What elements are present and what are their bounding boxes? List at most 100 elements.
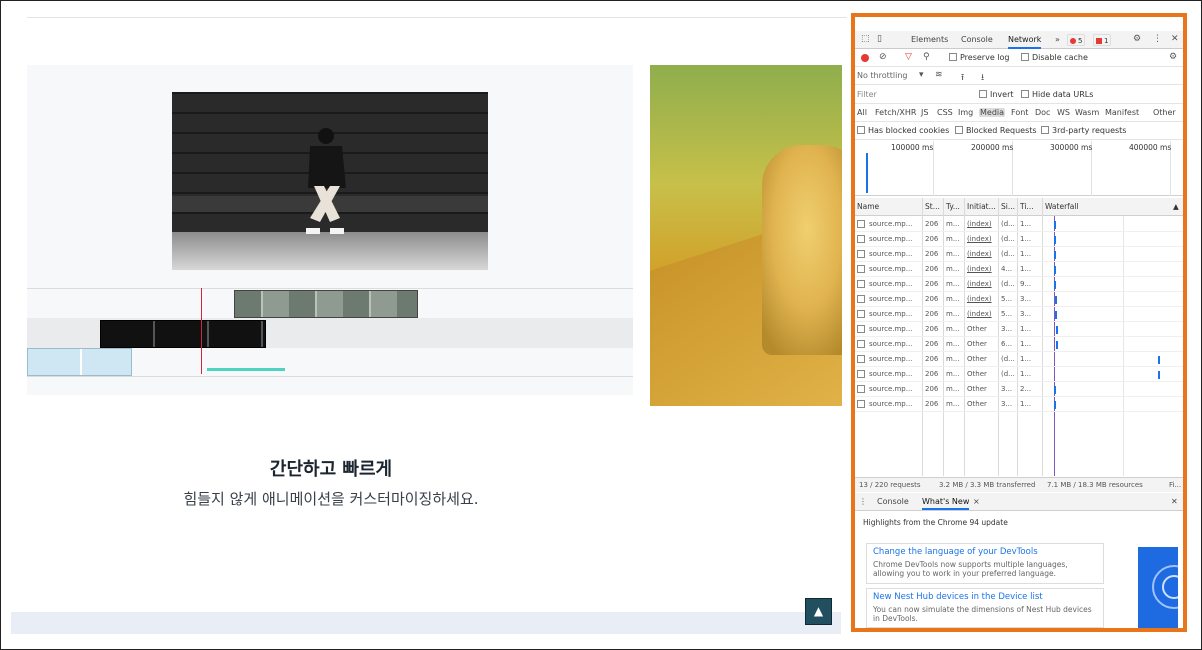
export-har-icon[interactable]: ⭳	[981, 70, 984, 86]
more-options-icon[interactable]: ⋮	[1153, 34, 1162, 44]
column-status[interactable]: St...	[925, 202, 940, 211]
request-initiator: (index)	[967, 280, 992, 288]
column-size[interactable]: Si...	[1001, 202, 1015, 211]
has-blocked-cookies-checkbox[interactable]: Has blocked cookies	[857, 126, 949, 135]
filter-icon[interactable]: ▽	[905, 52, 912, 62]
filter-manifest[interactable]: Manifest	[1105, 108, 1139, 117]
request-row[interactable]: source.mp... 206 m... (index) (d... 1...	[855, 232, 1183, 247]
drawer-tab-whats-new[interactable]: What's New	[922, 497, 970, 510]
file-icon	[857, 250, 865, 258]
network-conditions-icon[interactable]: ≋	[935, 70, 943, 80]
throttling-select[interactable]: No throttling	[857, 71, 908, 80]
column-name[interactable]: Name	[857, 202, 879, 211]
filter-img[interactable]: Img	[958, 108, 973, 117]
filter-wasm[interactable]: Wasm	[1075, 108, 1099, 117]
import-har-icon[interactable]: ⭱	[961, 70, 964, 86]
request-row[interactable]: source.mp... 206 m... (index) (d... 1...	[855, 217, 1183, 232]
video-preview[interactable]	[172, 92, 488, 270]
timeline[interactable]	[27, 288, 633, 378]
request-row[interactable]: source.mp... 206 m... Other 3... 1...	[855, 397, 1183, 412]
timeline-playhead[interactable]	[201, 288, 202, 374]
request-time: 1...	[1020, 355, 1032, 363]
filter-media[interactable]: Media	[979, 108, 1006, 117]
blocked-requests-checkbox[interactable]: Blocked Requests	[955, 126, 1037, 135]
request-type: m...	[946, 265, 960, 273]
request-status: 206	[925, 355, 939, 363]
issue-count-badge[interactable]: 1	[1093, 34, 1112, 46]
column-type[interactable]: Ty...	[946, 202, 960, 211]
checkbox-box	[1041, 126, 1049, 134]
network-overview[interactable]: 100000 ms 200000 ms 300000 ms 400000 ms	[855, 141, 1183, 196]
request-row[interactable]: source.mp... 206 m... Other (d... 1...	[855, 352, 1183, 367]
filter-ws[interactable]: WS	[1057, 108, 1070, 117]
filter-font[interactable]: Font	[1011, 108, 1028, 117]
sort-up-icon[interactable]: ▲	[1173, 202, 1179, 211]
timeline-clip[interactable]	[100, 320, 266, 348]
filter-all[interactable]: All	[857, 108, 867, 117]
request-table-header: Name St... Ty... Initiat... Si... Ti... …	[855, 198, 1183, 216]
request-row[interactable]: source.mp... 206 m... (index) 5... 3...	[855, 307, 1183, 322]
close-whats-new-icon[interactable]: ×	[973, 497, 980, 506]
file-icon	[857, 295, 865, 303]
filter-other[interactable]: Other	[1153, 108, 1176, 117]
third-party-requests-checkbox[interactable]: 3rd-party requests	[1041, 126, 1126, 135]
request-row[interactable]: source.mp... 206 m... Other (d... 1...	[855, 367, 1183, 382]
request-time: 1...	[1020, 250, 1032, 258]
filter-js[interactable]: JS	[921, 108, 928, 117]
tab-elements[interactable]: Elements	[911, 31, 948, 49]
news-item[interactable]: New Nest Hub devices in the Device list …	[866, 588, 1104, 628]
request-row[interactable]: source.mp... 206 m... (index) 4... 1...	[855, 262, 1183, 277]
column-initiator[interactable]: Initiat...	[967, 202, 996, 211]
news-title[interactable]: Change the language of your DevTools	[873, 547, 1097, 557]
inspect-element-icon[interactable]: ⬚	[861, 34, 870, 44]
network-settings-icon[interactable]: ⚙	[1169, 52, 1177, 62]
timeline-clip[interactable]	[27, 348, 132, 376]
filter-input[interactable]: Filter	[857, 90, 943, 102]
scroll-to-top-button[interactable]: ▲	[805, 598, 832, 625]
request-type: m...	[946, 220, 960, 228]
filter-fetch-xhr[interactable]: Fetch/XHR	[875, 108, 916, 117]
overview-tick: 100000 ms	[891, 143, 934, 152]
hide-data-urls-checkbox[interactable]: Hide data URLs	[1021, 90, 1093, 99]
tab-console[interactable]: Console	[961, 31, 993, 49]
device-toolbar-icon[interactable]: ▯	[877, 34, 882, 44]
close-drawer-icon[interactable]: ✕	[1171, 497, 1178, 506]
error-count-badge[interactable]: 5	[1067, 34, 1086, 46]
request-status: 206	[925, 250, 939, 258]
request-row[interactable]: source.mp... 206 m... (index) (d... 9...	[855, 277, 1183, 292]
column-waterfall[interactable]: Waterfall	[1045, 202, 1079, 211]
overview-tick: 400000 ms	[1129, 143, 1172, 152]
column-time[interactable]: Ti...	[1020, 202, 1034, 211]
filter-doc[interactable]: Doc	[1035, 108, 1050, 117]
gear-icon[interactable]: ⚙	[1133, 34, 1141, 44]
close-icon[interactable]: ✕	[1171, 34, 1179, 44]
news-item[interactable]: Change the language of your DevTools Chr…	[866, 543, 1104, 584]
record-icon[interactable]	[861, 54, 869, 62]
request-time: 3...	[1020, 310, 1032, 318]
request-row[interactable]: source.mp... 206 m... (index) 5... 3...	[855, 292, 1183, 307]
request-row[interactable]: source.mp... 206 m... Other 3... 2...	[855, 382, 1183, 397]
request-type: m...	[946, 250, 960, 258]
request-row[interactable]: source.mp... 206 m... (index) (d... 1...	[855, 247, 1183, 262]
request-type: m...	[946, 355, 960, 363]
more-tabs-button[interactable]: »	[1055, 31, 1060, 49]
file-icon	[857, 400, 865, 408]
drawer-tab-console[interactable]: Console	[877, 497, 909, 506]
disable-cache-checkbox[interactable]: Disable cache	[1021, 53, 1088, 62]
news-title[interactable]: New Nest Hub devices in the Device list	[873, 592, 1097, 602]
tab-network[interactable]: Network	[1008, 31, 1042, 49]
filter-css[interactable]: CSS	[937, 108, 953, 117]
request-initiator: (index)	[967, 250, 992, 258]
request-row[interactable]: source.mp... 206 m... Other 3... 1...	[855, 322, 1183, 337]
timeline-clip[interactable]	[234, 290, 418, 318]
chevron-down-icon[interactable]: ▾	[919, 70, 924, 80]
requests-count: 13 / 220 requests	[859, 481, 921, 489]
preserve-log-checkbox[interactable]: Preserve log	[949, 53, 1010, 62]
clear-icon[interactable]: ⊘	[879, 52, 887, 62]
drawer-menu-icon[interactable]: ⋮	[859, 497, 867, 506]
invert-checkbox[interactable]: Invert	[979, 90, 1014, 99]
request-row[interactable]: source.mp... 206 m... Other 6... 1...	[855, 337, 1183, 352]
search-icon[interactable]: ⚲	[923, 52, 930, 62]
transferred-size: 3.2 MB / 3.3 MB transferred	[939, 481, 1036, 489]
request-name: source.mp...	[869, 280, 913, 288]
